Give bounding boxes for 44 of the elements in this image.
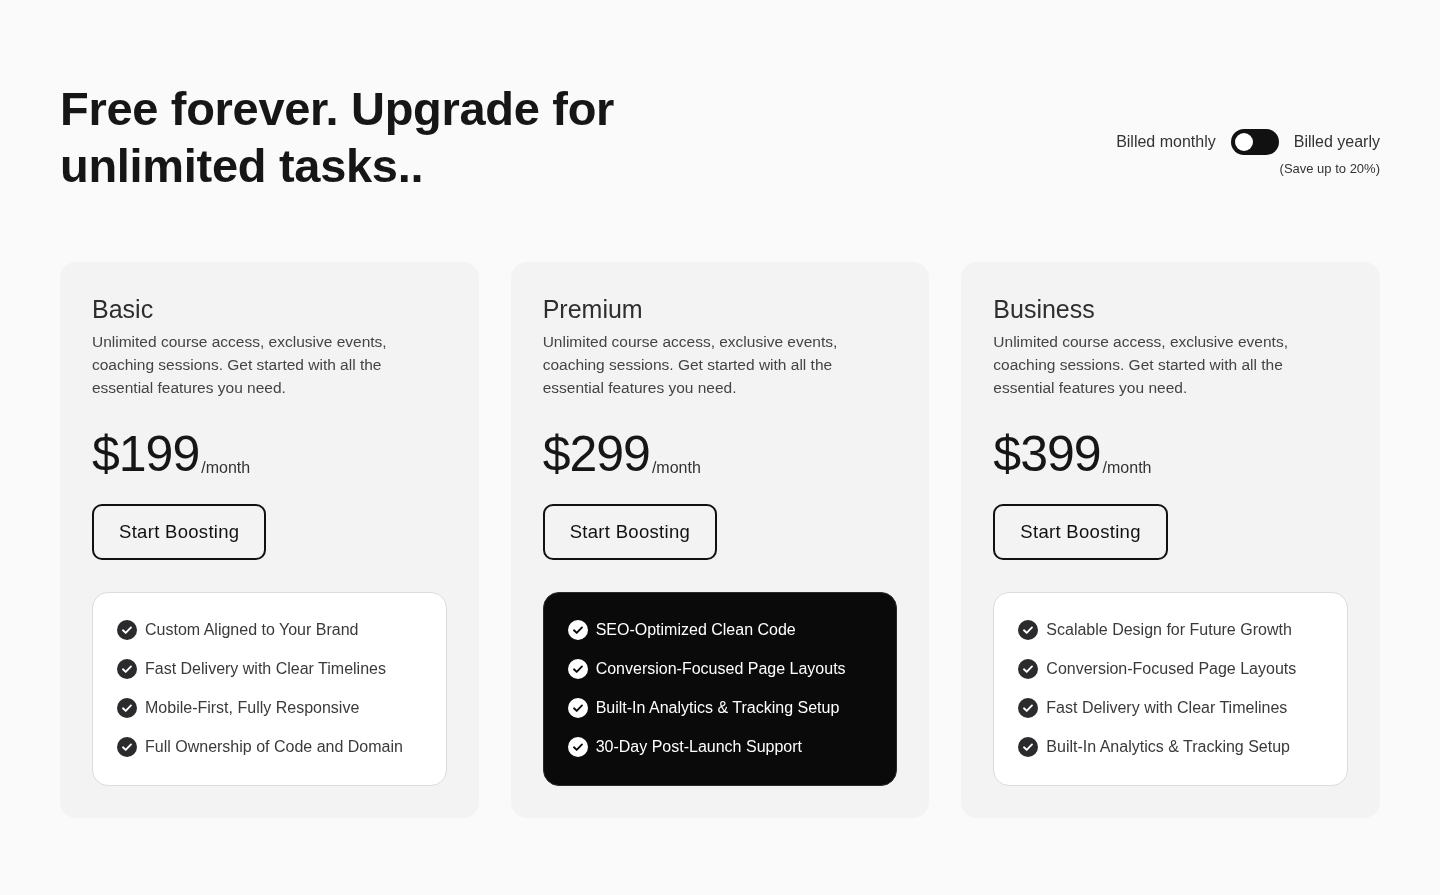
feature-text: Built-In Analytics & Tracking Setup <box>595 699 840 717</box>
start-button[interactable]: Start Boosting <box>92 504 267 560</box>
plan-name: Basic <box>92 294 154 324</box>
check-circle-icon <box>1018 620 1039 640</box>
feature-text: Conversion-Focused Page Layouts <box>1046 660 1297 678</box>
feature-text: Mobile-First, Fully Responsive <box>145 699 360 717</box>
price-period: /month <box>201 459 251 477</box>
feature-text: Full Ownership of Code and Domain <box>145 738 403 756</box>
feature-text: Built-In Analytics & Tracking Setup <box>1046 738 1290 756</box>
plan-description: Unlimited course access, exclusive events, coaching sessions. Get started with all the essential features you need. <box>92 332 388 398</box>
savings-note: (Save up to 20%) <box>1279 161 1380 176</box>
price-period: /month <box>651 459 701 477</box>
billing-toggle[interactable] <box>1230 129 1279 155</box>
start-button[interactable]: Start Boosting <box>542 504 718 560</box>
check-circle-icon <box>567 698 588 718</box>
billed-yearly-label: Billed yearly <box>1293 133 1380 151</box>
check-circle-icon <box>117 620 137 640</box>
feature-text: Conversion-Focused Page Layouts <box>595 660 846 678</box>
check-circle-icon <box>567 620 588 640</box>
check-circle-icon <box>1018 698 1039 718</box>
check-circle-icon <box>117 698 137 718</box>
feature-text: Fast Delivery with Clear Timelines <box>145 660 386 678</box>
check-circle-icon <box>567 737 588 757</box>
check-circle-icon <box>567 659 588 679</box>
feature-text: Custom Aligned to Your Brand <box>145 621 359 639</box>
price-period: /month <box>1102 459 1152 477</box>
page-heading: Free forever. Upgrade for unlimited tasks.. <box>60 81 616 194</box>
billed-monthly-label: Billed monthly <box>1116 133 1216 151</box>
plan-price: $399 <box>993 425 1101 484</box>
plan-description: Unlimited course access, exclusive events, coaching sessions. Get started with all the essential features you need. <box>993 332 1289 398</box>
check-circle-icon <box>1018 737 1039 757</box>
feature-text: SEO-Optimized Clean Code <box>595 621 796 639</box>
plan-price: $299 <box>542 425 650 484</box>
check-circle-icon <box>117 659 137 679</box>
feature-text: Fast Delivery with Clear Timelines <box>1046 699 1288 717</box>
start-button[interactable]: Start Boosting <box>993 504 1168 560</box>
plan-description: Unlimited course access, exclusive events, coaching sessions. Get started with all the essential features you need. <box>542 332 839 398</box>
feature-text: Scalable Design for Future Growth <box>1046 621 1292 639</box>
plan-name: Business <box>993 294 1095 324</box>
check-circle-icon <box>1018 659 1039 679</box>
check-circle-icon <box>117 737 137 757</box>
plan-price: $199 <box>92 425 200 484</box>
plan-name: Premium <box>542 294 643 324</box>
feature-text: 30-Day Post-Launch Support <box>595 738 802 756</box>
